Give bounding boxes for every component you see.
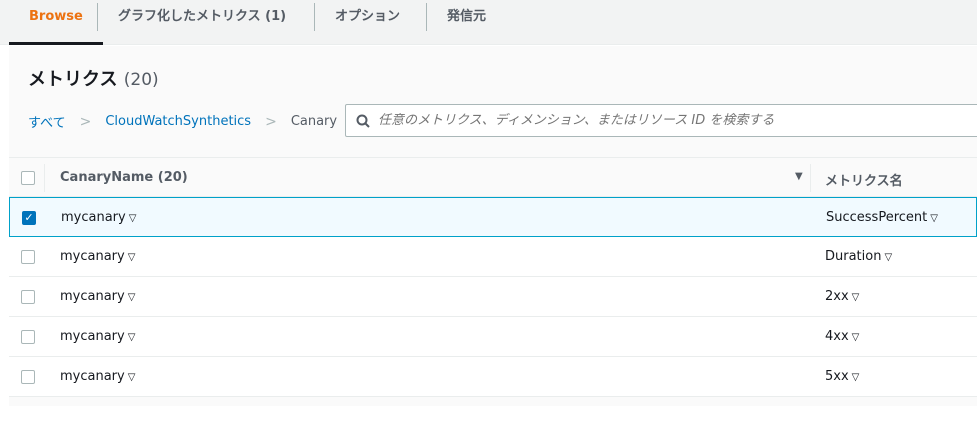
tab-options[interactable]: オプション (315, 0, 420, 45)
metric-name: SuccessPercent (826, 210, 928, 225)
table-row[interactable]: mycanary ▽ 5xx ▽ (9, 357, 977, 397)
canary-name-cell: mycanary ▽ (60, 369, 135, 384)
tab-bar: Browse グラフ化したメトリクス (1) オプション 発信元 (0, 0, 977, 45)
canary-name: mycanary (60, 249, 125, 264)
canary-name: mycanary (60, 369, 125, 384)
filter-dropdown-icon[interactable]: ▽ (852, 372, 860, 383)
breadcrumb: すべて > CloudWatchSynthetics > Canary (28, 112, 338, 132)
breadcrumb-all[interactable]: すべて (28, 112, 66, 131)
column-header-metric[interactable]: メトリクス名 (825, 170, 903, 189)
filter-dropdown-icon[interactable]: ▽ (852, 292, 860, 303)
metrics-table: CanaryName (20) ▼ メトリクス名 ✓ mycanary ▽ Suc… (9, 157, 977, 397)
page-title: メトリクス (20) (28, 65, 159, 91)
metrics-panel: メトリクス (20) すべて > CloudWatchSynthetics > … (9, 46, 977, 406)
column-divider (810, 164, 811, 192)
metric-name-cell: SuccessPercent ▽ (826, 210, 938, 225)
column-header-canary[interactable]: CanaryName (20) (60, 170, 188, 185)
table-row[interactable]: ✓ mycanary ▽ SuccessPercent ▽ (9, 197, 977, 237)
row-checkbox[interactable]: ✓ (22, 211, 36, 225)
canary-name-cell: mycanary ▽ (60, 329, 135, 344)
canary-name-cell: mycanary ▽ (60, 289, 135, 304)
column-divider (44, 164, 45, 192)
filter-dropdown-icon[interactable]: ▽ (128, 372, 136, 383)
filter-dropdown-icon[interactable]: ▽ (128, 252, 136, 263)
filter-dropdown-icon[interactable]: ▽ (852, 332, 860, 343)
metric-count: (20) (123, 70, 159, 90)
canary-name-cell: mycanary ▽ (60, 249, 135, 264)
tab-graphed-metrics[interactable]: グラフ化したメトリクス (1) (98, 0, 306, 45)
canary-name-cell: mycanary ▽ (61, 210, 136, 225)
metric-name: 4xx (825, 329, 849, 344)
search-icon (356, 114, 370, 128)
row-checkbox[interactable] (21, 370, 35, 384)
search-input[interactable] (378, 113, 977, 128)
filter-dropdown-icon[interactable]: ▽ (884, 252, 892, 263)
sort-down-icon[interactable]: ▼ (795, 171, 803, 182)
metric-name: 2xx (825, 289, 849, 304)
metric-name: 5xx (825, 369, 849, 384)
tab-source[interactable]: 発信元 (427, 0, 506, 45)
chevron-right-icon: > (79, 113, 92, 130)
breadcrumb-current: Canary (290, 114, 338, 129)
canary-name: mycanary (60, 289, 125, 304)
tab-browse[interactable]: Browse (9, 0, 103, 45)
chevron-right-icon: > (265, 113, 277, 130)
search-box (345, 104, 977, 137)
table-header: CanaryName (20) ▼ メトリクス名 (9, 158, 977, 197)
table-row[interactable]: mycanary ▽ Duration ▽ (9, 237, 977, 277)
row-checkbox[interactable] (21, 290, 35, 304)
canary-name: mycanary (61, 210, 126, 225)
select-all-checkbox[interactable] (21, 171, 35, 185)
metric-name: Duration (825, 249, 882, 264)
breadcrumb-namespace[interactable]: CloudWatchSynthetics (105, 114, 251, 129)
canary-name: mycanary (60, 329, 125, 344)
metric-name-cell: 2xx ▽ (825, 289, 859, 304)
metric-name-cell: 5xx ▽ (825, 369, 859, 384)
filter-dropdown-icon[interactable]: ▽ (930, 213, 938, 224)
filter-dropdown-icon[interactable]: ▽ (128, 292, 136, 303)
row-checkbox[interactable] (21, 330, 35, 344)
table-row[interactable]: mycanary ▽ 4xx ▽ (9, 317, 977, 357)
filter-dropdown-icon[interactable]: ▽ (128, 332, 136, 343)
title-text: メトリクス (28, 69, 118, 90)
row-checkbox[interactable] (21, 250, 35, 264)
metric-name-cell: 4xx ▽ (825, 329, 859, 344)
table-row[interactable]: mycanary ▽ 2xx ▽ (9, 277, 977, 317)
metric-name-cell: Duration ▽ (825, 249, 892, 264)
filter-dropdown-icon[interactable]: ▽ (129, 213, 137, 224)
